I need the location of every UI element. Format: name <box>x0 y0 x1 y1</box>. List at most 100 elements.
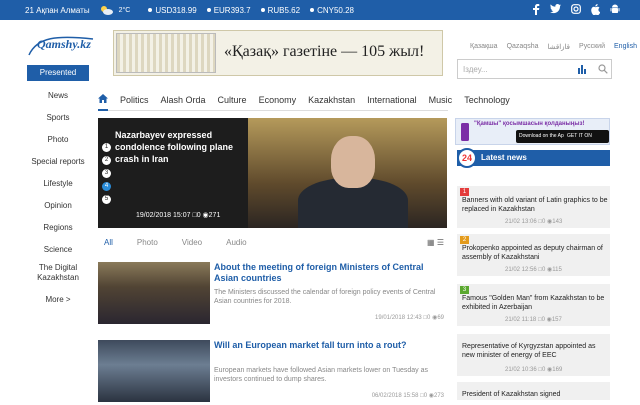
sidebar-item-more[interactable]: More > <box>27 289 89 311</box>
pager-dot-3[interactable]: 3 <box>102 169 111 178</box>
lang-english[interactable]: English <box>614 43 637 51</box>
pager-dot-5[interactable]: 5 <box>102 195 111 204</box>
content-filters: All Photo Video Audio ▦ ☰ <box>98 238 447 247</box>
article-thumbnail <box>98 340 210 402</box>
news-item[interactable]: 3 Famous "Golden Man" from Kazakhstan to… <box>457 284 610 326</box>
pager-dot-4[interactable]: 4 <box>102 182 111 191</box>
twitter-icon[interactable] <box>550 4 561 14</box>
pager-dot-2[interactable]: 2 <box>102 156 111 165</box>
news-meta: 21/02 11:18 □0 ◉157 <box>505 317 562 323</box>
home-tab[interactable] <box>98 89 108 111</box>
weather: 2°C <box>100 5 131 15</box>
top-banner[interactable]: «Қазақ» газетіне — 105 жыл! <box>113 30 443 76</box>
article-item[interactable]: About the meeting of foreign Ministers o… <box>98 262 447 327</box>
list-view-icon[interactable]: ☰ <box>437 238 444 247</box>
android-icon[interactable] <box>610 4 620 15</box>
apple-icon[interactable] <box>591 4 600 15</box>
search-icon[interactable] <box>598 64 608 74</box>
google-play-button[interactable]: GET IT ON Google Play <box>564 130 609 152</box>
lang-kazakh-latin[interactable]: Qazaqsha <box>507 43 539 51</box>
news-item[interactable]: President of Kazakhstan signed <box>457 382 610 400</box>
photo-figure-face <box>331 136 375 188</box>
grid-view-icon[interactable]: ▦ <box>427 238 435 247</box>
latest-news-title: Latest news <box>481 153 527 162</box>
facebook-icon[interactable] <box>532 4 540 15</box>
sidebar-item-digital-kazakhstan[interactable]: The Digital Kazakhstan <box>27 261 89 289</box>
news-title[interactable]: President of Kazakhstan signed <box>462 390 608 399</box>
sidebar-item-photo[interactable]: Photo <box>27 129 89 151</box>
instagram-icon[interactable] <box>571 4 581 14</box>
news-item[interactable]: 1 Banners with old variant of Latin grap… <box>457 186 610 228</box>
logo-text: Qamshy.kz <box>37 37 91 51</box>
banner-newspaper-image <box>116 33 216 73</box>
phone-icon <box>461 123 469 141</box>
rate-rub: RUB5.62 <box>260 6 300 15</box>
filter-video[interactable]: Video <box>182 238 202 247</box>
tab-kazakhstan[interactable]: Kazakhstan <box>308 95 355 105</box>
sidebar-item-regions[interactable]: Regions <box>27 217 89 239</box>
news-title[interactable]: Representative of Kyrgyzstan appointed a… <box>462 342 608 360</box>
tab-music[interactable]: Music <box>429 95 453 105</box>
top-bar: 21 Ақпан Алматы 2°C USD318.99 EUR393.7 R… <box>0 0 640 20</box>
article-description: The Ministers discussed the calendar of … <box>214 289 436 305</box>
search-input[interactable] <box>463 64 573 74</box>
cloud-sun-icon <box>100 6 113 15</box>
featured-date: 19/02/2018 15:07 <box>136 212 191 219</box>
audio-bars-icon[interactable] <box>578 64 588 74</box>
sidebar-item-sports[interactable]: Sports <box>27 107 89 129</box>
slider-pager: 1 2 3 4 5 <box>102 140 111 204</box>
view-toggle: ▦ ☰ <box>427 238 444 247</box>
dot-icon <box>310 8 315 12</box>
featured-meta: 19/02/2018 15:07 □0 ◉271 <box>136 211 220 219</box>
pager-dot-1[interactable]: 1 <box>102 143 111 152</box>
rate-eur: EUR393.7 <box>206 6 251 15</box>
sidebar-item-news[interactable]: News <box>27 85 89 107</box>
home-icon <box>98 94 108 103</box>
lang-russian[interactable]: Русский <box>579 43 605 51</box>
article-title[interactable]: Will an European market fall turn into a… <box>214 340 444 351</box>
news-meta: 21/02 10:36 □0 ◉169 <box>505 367 563 373</box>
news-item[interactable]: 2 Prokopenko appointed as deputy chairma… <box>457 234 610 276</box>
news-title[interactable]: Banners with old variant of Latin graphi… <box>462 196 608 214</box>
24-hours-badge: 24 <box>457 148 477 168</box>
lang-kazakh-cyrillic[interactable]: Қазақша <box>470 43 498 51</box>
app-promo[interactable]: "Қамшы" қосымшасын қолданыңыз! Download … <box>455 118 610 152</box>
tab-culture[interactable]: Culture <box>218 95 247 105</box>
tab-economy[interactable]: Economy <box>259 95 297 105</box>
tab-international[interactable]: International <box>367 95 417 105</box>
news-title[interactable]: Famous "Golden Man" from Kazakhstan to b… <box>462 294 608 312</box>
article-meta: 19/01/2018 12:43 □0 ◉69 <box>375 315 444 321</box>
sidebar-item-lifestyle[interactable]: Lifestyle <box>27 173 89 195</box>
rate-cny: CNY50.28 <box>310 6 354 15</box>
tab-technology[interactable]: Technology <box>464 95 510 105</box>
article-item[interactable]: Will an European market fall turn into a… <box>98 340 447 405</box>
filter-photo[interactable]: Photo <box>137 238 158 247</box>
search-box <box>457 59 612 79</box>
news-title[interactable]: Prokopenko appointed as deputy chairman … <box>462 244 608 262</box>
sidebar-item-science[interactable]: Science <box>27 239 89 261</box>
featured-title[interactable]: Nazarbayev expressed condolence followin… <box>115 129 245 165</box>
temperature: 2°C <box>118 6 131 14</box>
sidebar-item-special-reports[interactable]: Special reports <box>27 151 89 173</box>
left-sidebar: Presented News Sports Photo Special repo… <box>27 65 89 311</box>
tab-politics[interactable]: Politics <box>120 95 149 105</box>
article-thumbnail <box>98 262 210 324</box>
featured-views: 271 <box>208 212 221 219</box>
news-item[interactable]: Representative of Kyrgyzstan appointed a… <box>457 334 610 376</box>
featured-story[interactable]: Nazarbayev expressed condolence followin… <box>98 118 447 228</box>
featured-photo <box>248 118 447 228</box>
filter-all[interactable]: All <box>104 238 113 247</box>
latest-news-header: 24 Latest news <box>457 148 610 168</box>
banner-text: «Қазақ» газетіне — 105 жыл! <box>224 43 425 60</box>
social-links <box>532 4 620 15</box>
tab-alash-orda[interactable]: Alash Orda <box>161 95 206 105</box>
sidebar-item-opinion[interactable]: Opinion <box>27 195 89 217</box>
article-meta: 06/02/2018 15:58 □0 ◉273 <box>371 393 444 399</box>
news-meta: 21/02 13:06 □0 ◉143 <box>505 219 563 225</box>
rate-usd: USD318.99 <box>148 6 197 15</box>
sidebar-item-presented[interactable]: Presented <box>27 65 89 81</box>
lang-kazakh-arabic[interactable]: قازاقشا <box>548 43 571 51</box>
article-title[interactable]: About the meeting of foreign Ministers o… <box>214 262 444 284</box>
site-logo[interactable]: Qamshy.kz <box>27 33 97 57</box>
filter-audio[interactable]: Audio <box>226 238 246 247</box>
